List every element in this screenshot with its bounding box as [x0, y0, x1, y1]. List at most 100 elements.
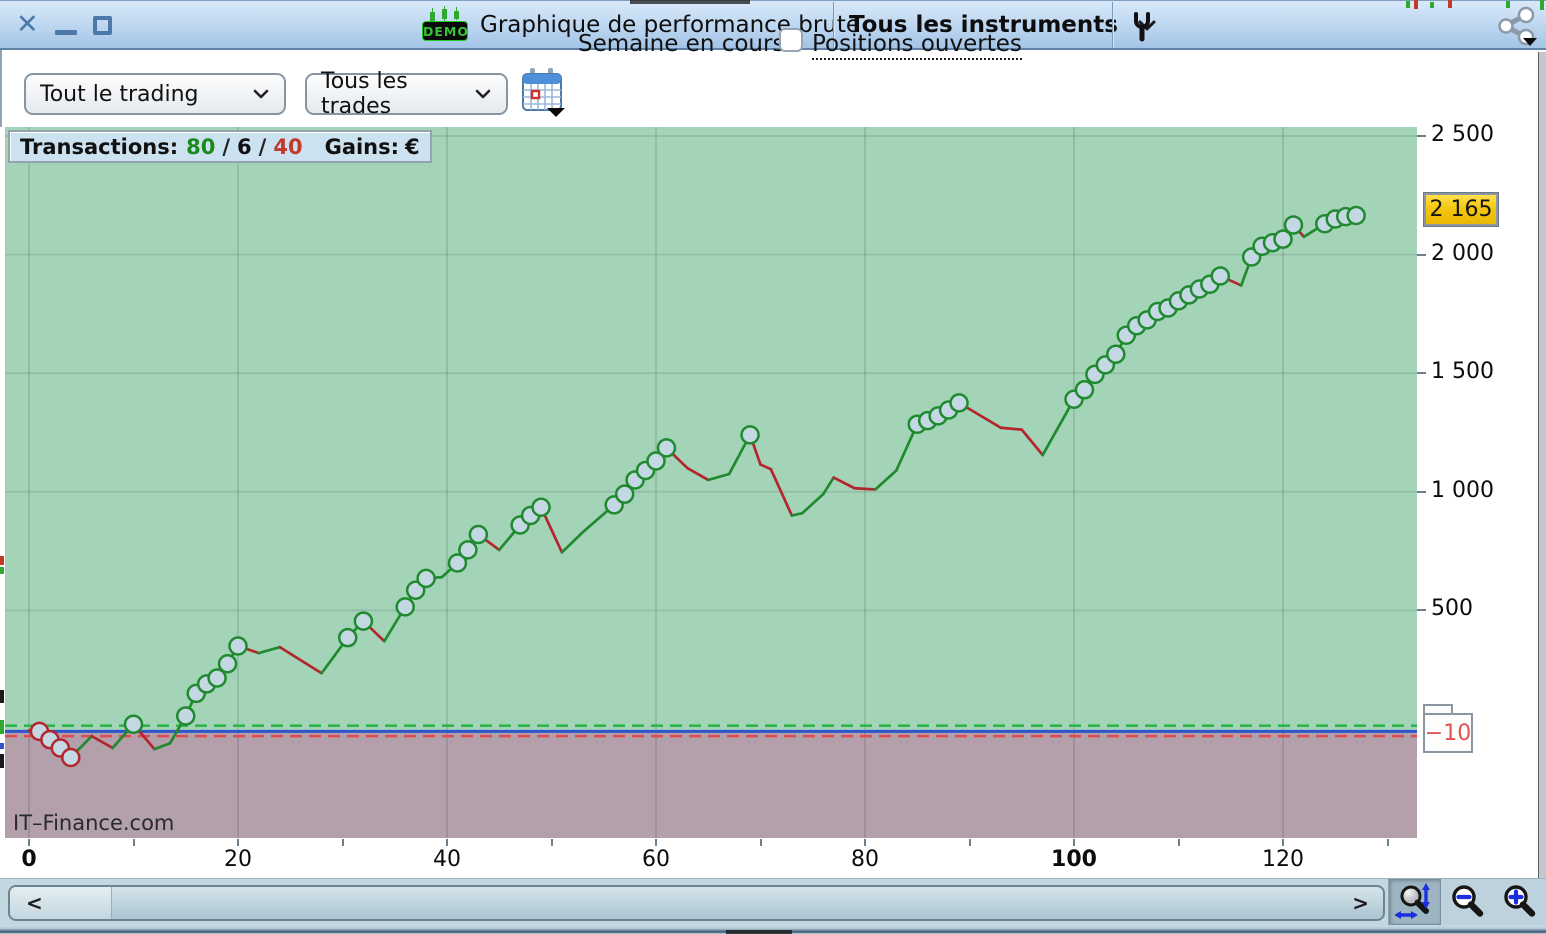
- x-axis-label: 20: [224, 847, 252, 872]
- x-axis-tick: [1386, 839, 1389, 846]
- trading-scope-select[interactable]: Tout le trading: [24, 73, 286, 115]
- x-axis-label: 120: [1262, 847, 1304, 872]
- performance-segment: [853, 486, 877, 491]
- trade-marker: [656, 438, 677, 458]
- trade-marker: [61, 747, 81, 768]
- y-axis-label: 1 000: [1431, 477, 1494, 503]
- zoom-out-icon: [1452, 885, 1484, 917]
- candlestick-icon: [428, 6, 464, 22]
- x-axis-label: 40: [433, 847, 461, 872]
- x-axis-tick: [237, 839, 239, 846]
- x-axis-tick: [655, 839, 657, 846]
- wrench-icon[interactable]: [1127, 10, 1157, 42]
- trade-marker: [1074, 380, 1095, 400]
- trade-marker: [1106, 344, 1126, 364]
- background-candle-speck: [1448, 0, 1452, 8]
- trade-marker: [228, 636, 248, 656]
- chevron-down-icon: [475, 89, 491, 99]
- trades-filter-value: Tous les trades: [321, 69, 408, 119]
- y-axis-label: 1 500: [1431, 359, 1494, 385]
- performance-chart[interactable]: [5, 127, 1417, 838]
- neutral-count: 6: [237, 134, 252, 159]
- maximize-icon[interactable]: [92, 15, 112, 35]
- y-axis-label: 500: [1431, 596, 1473, 622]
- horizontal-scrollbar[interactable]: < >: [8, 885, 1385, 921]
- trade-marker: [468, 524, 489, 545]
- x-axis-tick: [1282, 839, 1284, 846]
- chart-canvas: [5, 127, 1417, 838]
- transactions-label: Transactions:: [20, 134, 179, 159]
- y-axis-tick: [1417, 253, 1426, 256]
- trade-marker: [217, 654, 238, 674]
- trade-marker: [949, 393, 969, 413]
- trade-marker: [1346, 205, 1366, 226]
- trade-marker: [458, 540, 478, 560]
- trade-marker: [416, 568, 436, 589]
- zoom-fit-icon: [1395, 883, 1430, 919]
- gains-currency: €: [405, 134, 420, 159]
- open-positions-label: Positions ouvertes: [812, 31, 1022, 60]
- trades-filter-select[interactable]: Tous les trades: [305, 69, 508, 119]
- trade-marker: [176, 706, 196, 726]
- wins-count: 80: [186, 134, 216, 159]
- y-axis-label: 2 000: [1431, 240, 1494, 266]
- x-axis-tick: [864, 839, 866, 846]
- negative-area: [5, 731, 1417, 838]
- chart-scroll-row: < >: [0, 878, 1546, 926]
- minimize-icon[interactable]: [54, 29, 77, 35]
- current-value-badge: 2 165: [1423, 192, 1499, 227]
- background-speck: [0, 743, 4, 749]
- zoom-fit-button[interactable]: [1389, 879, 1441, 925]
- open-positions-checkbox[interactable]: [779, 28, 803, 52]
- background-candle-speck: [1540, 0, 1544, 10]
- trade-marker: [353, 611, 374, 631]
- x-axis-tick: [28, 839, 30, 846]
- scroll-right-icon[interactable]: >: [1352, 891, 1369, 915]
- background-speck: [0, 556, 4, 565]
- trade-marker: [1210, 266, 1231, 286]
- demo-badge-label: DEMO: [422, 21, 468, 41]
- background-candle-speck: [1506, 1, 1510, 8]
- window-controls: ✕: [16, 10, 112, 40]
- background-speck: [0, 567, 4, 574]
- chevron-down-icon: [253, 89, 269, 99]
- x-axis-tick: [446, 839, 448, 846]
- x-axis-label: 100: [1051, 847, 1097, 872]
- background-speck: [0, 720, 4, 734]
- background-speck: [0, 754, 4, 768]
- close-icon[interactable]: ✕: [16, 11, 39, 39]
- trading-scope-value: Tout le trading: [40, 81, 199, 107]
- trade-marker: [123, 714, 144, 735]
- zoom-out-button[interactable]: [1441, 879, 1493, 925]
- trade-marker: [395, 597, 415, 617]
- x-axis-tick: [132, 839, 135, 846]
- share-icon[interactable]: [1496, 6, 1538, 46]
- x-axis-label: 60: [642, 847, 670, 872]
- background-text-fragment: [630, 0, 750, 4]
- x-axis-tick: [968, 839, 971, 846]
- transactions-summary: Transactions: 80 / 6 / 40 Gains: €: [8, 130, 432, 163]
- performance-chart-window: ✕ DEMO Graphique de performance brute To…: [0, 0, 1546, 934]
- y-axis-tick: [1417, 609, 1426, 612]
- zero-line-label: −10: [1423, 713, 1473, 753]
- x-axis-tick: [1177, 839, 1180, 846]
- x-axis-label: 80: [851, 847, 879, 872]
- trade-marker: [531, 497, 551, 517]
- demo-badge: DEMO: [422, 6, 470, 44]
- watermark: IT–Finance.com: [13, 811, 175, 835]
- scroll-left-icon[interactable]: <: [26, 891, 43, 915]
- open-positions-link[interactable]: Positions ouvertes: [812, 31, 1022, 60]
- titlebar-separator: [1112, 2, 1113, 48]
- zoom-in-button[interactable]: [1493, 879, 1545, 925]
- calendar-icon[interactable]: [521, 68, 567, 118]
- x-axis-label: 0: [21, 847, 37, 872]
- gains-label: Gains:: [324, 134, 400, 159]
- performance-segment: [999, 426, 1024, 432]
- positive-area: [5, 127, 1417, 732]
- background-window-edge: [1538, 52, 1546, 878]
- losses-count: 40: [273, 134, 303, 159]
- background-candle-speck: [1406, 1, 1410, 8]
- background-speck: [0, 690, 4, 703]
- zoom-in-icon: [1504, 885, 1536, 917]
- x-axis-tick: [1073, 839, 1075, 846]
